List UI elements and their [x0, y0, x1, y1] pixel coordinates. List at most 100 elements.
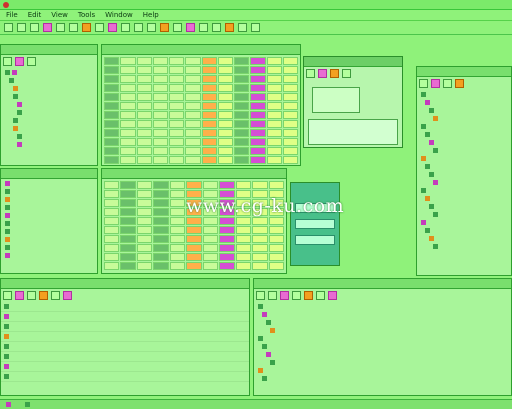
grid-cell[interactable] [104, 244, 120, 252]
grid-cell[interactable] [153, 262, 169, 270]
grid-cell[interactable] [282, 75, 298, 83]
dialog-list[interactable] [308, 119, 398, 145]
grid-cell[interactable] [250, 66, 266, 74]
grid-cell[interactable] [266, 120, 282, 128]
tree-item[interactable] [1, 124, 97, 132]
grid-cell[interactable] [185, 129, 201, 137]
panel-icon[interactable] [27, 291, 36, 300]
tree-item[interactable] [417, 146, 511, 154]
grid-cell[interactable] [104, 138, 120, 146]
panel-icon[interactable] [328, 291, 337, 300]
panel-icon[interactable] [256, 291, 265, 300]
menu-edit[interactable]: Edit [28, 11, 42, 19]
outliner-icon[interactable] [419, 79, 428, 88]
grid-cell[interactable] [250, 102, 266, 110]
grid-cell[interactable] [250, 156, 266, 164]
menu-window[interactable]: Window [105, 11, 133, 19]
grid-cell[interactable] [153, 217, 169, 225]
grid-cell[interactable] [186, 235, 202, 243]
tree-item[interactable] [254, 342, 511, 350]
grid-cell[interactable] [186, 226, 202, 234]
redo-icon[interactable] [95, 23, 104, 32]
grid-cell[interactable] [120, 208, 136, 216]
grid-cell[interactable] [136, 111, 152, 119]
grid-cell[interactable] [217, 129, 233, 137]
grid-cell[interactable] [136, 217, 153, 225]
grid-cell[interactable] [169, 93, 185, 101]
grid-cell[interactable] [120, 181, 136, 189]
grid-cell[interactable] [136, 147, 152, 155]
grid-cell[interactable] [104, 208, 120, 216]
grid-cell[interactable] [266, 84, 282, 92]
grid-cell[interactable] [234, 66, 250, 74]
grid-cell[interactable] [186, 217, 202, 225]
grid-cell[interactable] [169, 66, 185, 74]
grid-cell[interactable] [104, 147, 120, 155]
grid-cell[interactable] [120, 147, 136, 155]
grid-cell[interactable] [202, 253, 219, 261]
grid-cell[interactable] [120, 199, 136, 207]
list-item[interactable] [1, 332, 249, 342]
grid-cell[interactable] [136, 156, 152, 164]
grid-cell[interactable] [152, 156, 168, 164]
grid-cell[interactable] [201, 147, 217, 155]
grid-cell[interactable] [136, 181, 153, 189]
grid-cell[interactable] [219, 217, 235, 225]
tree-item[interactable] [417, 218, 511, 226]
grid-cell[interactable] [202, 262, 219, 270]
editor-bottom-tab[interactable] [102, 169, 286, 179]
grid-cell[interactable] [282, 129, 298, 137]
grid-cell[interactable] [169, 84, 185, 92]
grid-cell[interactable] [104, 57, 120, 65]
tree-item[interactable] [1, 116, 97, 124]
grid-cell[interactable] [152, 111, 168, 119]
tree-item[interactable] [417, 178, 511, 186]
grid-cell[interactable] [266, 75, 282, 83]
grid-cell[interactable] [152, 93, 168, 101]
grid-cell[interactable] [217, 120, 233, 128]
grid-cell[interactable] [185, 57, 201, 65]
grid-cell[interactable] [234, 102, 250, 110]
undo-icon[interactable] [82, 23, 91, 32]
grid-cell[interactable] [104, 253, 120, 261]
grid-cell[interactable] [153, 253, 169, 261]
grid-cell[interactable] [186, 262, 202, 270]
grid-cell[interactable] [104, 199, 120, 207]
tree-item[interactable] [254, 318, 511, 326]
grid-cell[interactable] [268, 253, 284, 261]
grid-cell[interactable] [201, 102, 217, 110]
grid-cell[interactable] [266, 147, 282, 155]
grid-cell[interactable] [217, 102, 233, 110]
tree-item[interactable] [1, 140, 97, 148]
grid-cell[interactable] [136, 235, 153, 243]
grid-cell[interactable] [282, 156, 298, 164]
panel-icon[interactable] [3, 291, 12, 300]
grid-cell[interactable] [234, 111, 250, 119]
grid-cell[interactable] [104, 75, 120, 83]
grid-cell[interactable] [219, 244, 235, 252]
grid-cell[interactable] [234, 120, 250, 128]
grid-cell[interactable] [201, 129, 217, 137]
grid-cell[interactable] [219, 226, 235, 234]
grid-cell[interactable] [169, 253, 186, 261]
grid-cell[interactable] [153, 244, 169, 252]
grid-cell[interactable] [268, 217, 284, 225]
grid-cell[interactable] [169, 111, 185, 119]
grid-cell[interactable] [235, 244, 252, 252]
grid-cell[interactable] [153, 199, 169, 207]
grid-cell[interactable] [266, 57, 282, 65]
grid-cell[interactable] [136, 253, 153, 261]
tree-item[interactable] [417, 114, 511, 122]
grid-cell[interactable] [152, 138, 168, 146]
panel-icon[interactable] [304, 291, 313, 300]
grid-cell[interactable] [169, 102, 185, 110]
grid-cell[interactable] [104, 93, 120, 101]
grid-cell[interactable] [104, 84, 120, 92]
inspector-field[interactable] [295, 219, 335, 229]
grid-cell[interactable] [250, 57, 266, 65]
light-icon[interactable] [225, 23, 234, 32]
grid-cell[interactable] [186, 244, 202, 252]
list-item[interactable] [1, 372, 249, 382]
grid-cell[interactable] [120, 75, 136, 83]
grid-cell[interactable] [217, 147, 233, 155]
